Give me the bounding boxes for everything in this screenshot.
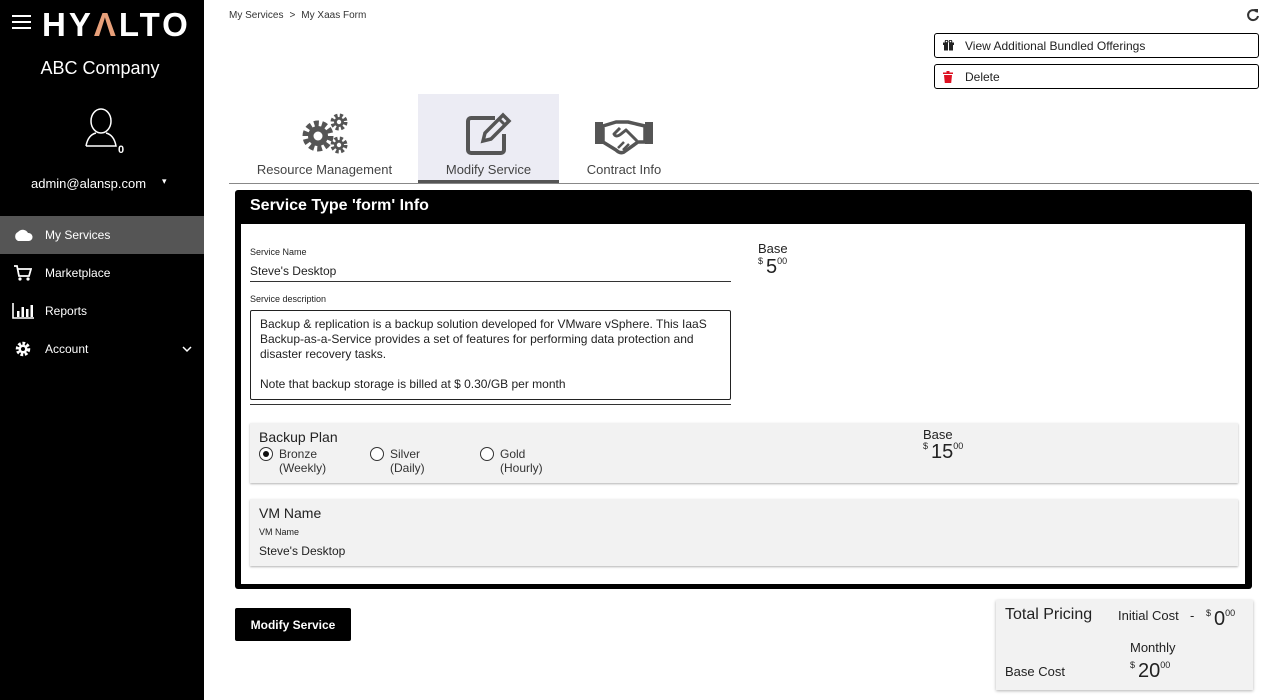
service-description-label: Service description [250, 294, 327, 304]
vm-name-card: VM Name VM Name Steve's Desktop [250, 499, 1238, 566]
radio-sublabel: (Hourly) [500, 461, 543, 475]
sidebar-item-label: Marketplace [45, 266, 111, 280]
modify-service-button[interactable]: Modify Service [235, 608, 351, 641]
backup-plan-card: Backup Plan Bronze (Weekly) Silver (Daily)… [250, 423, 1238, 483]
radio-gold[interactable]: Gold (Hourly) [480, 447, 543, 475]
total-pricing-title: Total Pricing [1005, 606, 1093, 623]
user-avatar-icon[interactable] [84, 108, 118, 148]
handshake-icon [574, 94, 674, 156]
notification-count: 0 [118, 144, 125, 156]
radio-sublabel: (Weekly) [279, 461, 327, 475]
initial-cost-dash: - [1190, 608, 1195, 623]
delete-button[interactable]: Delete [934, 64, 1259, 89]
vm-name-value: Steve's Desktop [259, 544, 346, 558]
user-menu-caret-icon[interactable]: ▾ [162, 176, 167, 187]
service-description-underline [250, 404, 731, 405]
total-pricing-card: Total Pricing Initial Cost - $000 Monthl… [996, 600, 1253, 690]
company-name: ABC Company [40, 58, 160, 78]
chevron-down-icon[interactable] [182, 342, 192, 356]
service-description-textarea[interactable]: Backup & replication is a backup solutio… [250, 310, 731, 400]
edit-icon [418, 94, 559, 156]
sidebar-item-marketplace[interactable]: Marketplace [0, 254, 204, 292]
sidebar-item-reports[interactable]: Reports [0, 292, 204, 330]
cart-icon [12, 265, 34, 281]
initial-cost-price: $000 [1206, 608, 1236, 630]
monthly-price: $2000 [1130, 660, 1171, 682]
breadcrumb-parent[interactable]: My Services [229, 10, 283, 21]
service-name-input[interactable]: Steve's Desktop [250, 264, 336, 278]
bar-chart-icon [12, 303, 34, 319]
monthly-label: Monthly [1130, 640, 1176, 655]
button-label: View Additional Bundled Offerings [965, 38, 1146, 53]
view-bundled-offerings-button[interactable]: View Additional Bundled Offerings [934, 33, 1259, 58]
tab-label: Contract Info [586, 162, 662, 177]
breadcrumb-current: My Xaas Form [301, 10, 367, 21]
initial-cost-label: Initial Cost [1118, 608, 1179, 623]
tab-resource-management[interactable]: Resource Management [250, 94, 399, 183]
refresh-icon[interactable] [1246, 8, 1260, 22]
breadcrumb: My Services > My Xaas Form [229, 10, 366, 21]
sidebar-item-my-services[interactable]: My Services [0, 216, 204, 254]
radio-button[interactable] [480, 447, 494, 461]
radio-label: Silver [390, 447, 421, 461]
backup-base-price: $1500 [923, 441, 964, 463]
base-price-label: Base [758, 241, 788, 256]
panel-title: Service Type 'form' Info [250, 197, 429, 214]
cloud-icon [12, 229, 34, 241]
sidebar-item-account[interactable]: Account [0, 330, 204, 368]
radio-silver[interactable]: Silver (Daily) [370, 447, 425, 475]
gear-icon [12, 340, 34, 358]
radio-button-selected[interactable] [259, 447, 273, 461]
trash-icon [943, 70, 955, 83]
tab-label: Modify Service [445, 162, 532, 177]
service-name-label: Service Name [250, 247, 307, 257]
tab-modify-service[interactable]: Modify Service [418, 94, 559, 183]
breadcrumb-separator: > [289, 10, 296, 21]
vm-name-label: VM Name [259, 527, 300, 537]
gears-icon [250, 94, 399, 156]
service-info-panel: Service Type 'form' Info Service Name St… [235, 190, 1252, 589]
sidebar-nav: My Services Marketplace Reports Account [0, 216, 204, 368]
radio-label: Bronze [279, 447, 318, 461]
user-email[interactable]: admin@alansp.com [31, 176, 146, 191]
tab-contract-info[interactable]: Contract Info [574, 94, 674, 183]
panel-body: Service Name Steve's Desktop Service des… [241, 224, 1245, 584]
base-price: $500 [758, 256, 788, 278]
vm-name-title: VM Name [259, 505, 322, 521]
radio-label: Gold [500, 447, 526, 461]
gift-icon [943, 40, 955, 51]
backup-base-label: Base [923, 427, 953, 442]
service-tabs: Resource Management Modify Service Contr… [229, 94, 1259, 184]
tab-label: Resource Management [256, 162, 393, 177]
sidebar-item-label: My Services [45, 228, 111, 242]
backup-plan-title: Backup Plan [259, 429, 338, 445]
button-label: Delete [965, 69, 1000, 84]
radio-bronze[interactable]: Bronze (Weekly) [259, 447, 326, 475]
radio-button[interactable] [370, 447, 384, 461]
sidebar-item-label: Reports [45, 304, 88, 318]
service-name-underline [250, 281, 731, 282]
brand-logo[interactable]: HYΛLTO [42, 6, 191, 44]
base-cost-label: Base Cost [1005, 664, 1065, 679]
sidebar-item-label: Account [45, 342, 89, 356]
radio-sublabel: (Daily) [390, 461, 425, 475]
sidebar: HYΛLTO ABC Company 0 admin@alansp.com ▾ … [0, 0, 204, 700]
menu-icon[interactable] [12, 15, 31, 31]
